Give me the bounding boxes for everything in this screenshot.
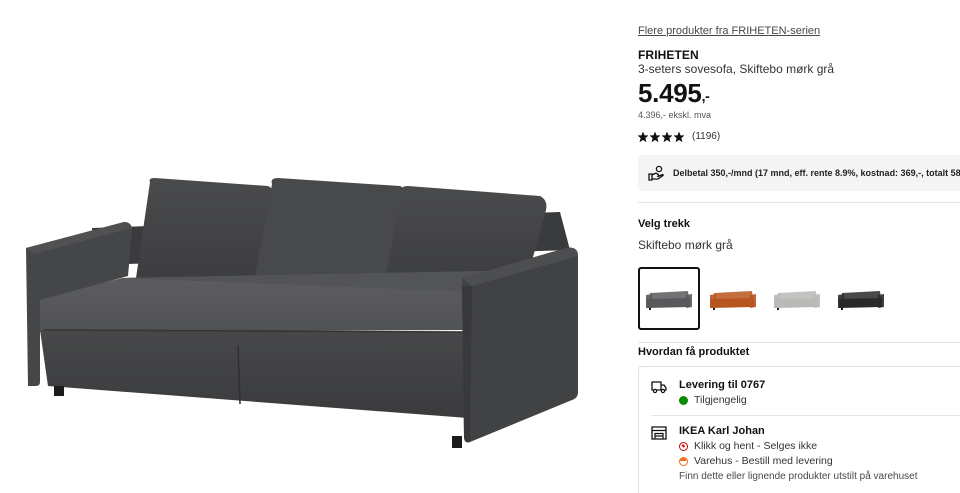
store-icon [651, 426, 667, 440]
availability-box: Levering til 0767 Tilgjengelig IKEA Karl… [638, 366, 960, 493]
swatch-skiftebo-orange[interactable] [702, 267, 764, 330]
store-note: Finn dette eller lignende produkter utst… [679, 471, 918, 482]
price-value: 5.495 [638, 78, 702, 108]
sofa-thumbnail [774, 290, 820, 310]
price: 5.495,- [638, 78, 710, 109]
sofa-thumbnail [838, 290, 884, 310]
sofa-thumbnail [646, 290, 692, 310]
star-filled-icon [662, 131, 672, 142]
warehouse-text: Varehus - Bestill med levering [694, 455, 833, 467]
warehouse-status: Varehus - Bestill med levering [679, 455, 917, 467]
divider [651, 415, 960, 416]
star-filled-icon [650, 131, 660, 142]
sofa-thumbnail [710, 290, 756, 310]
selected-cover-name: Skiftebo mørk grå [638, 238, 733, 252]
cover-swatches [638, 267, 892, 330]
swatch-skiftebo-black[interactable] [830, 267, 892, 330]
product-name: FRIHETEN [638, 48, 699, 62]
rating-stars [638, 131, 684, 142]
price-ex-vat: 4.396,- ekskl. mva [638, 110, 712, 120]
not-available-icon [679, 441, 688, 451]
click-collect-text: Klikk og hent - Selges ikke [694, 440, 818, 452]
delivery-status: Tilgjengelig [679, 394, 765, 406]
sofa-image [26, 178, 578, 448]
cover-heading: Velg trekk [638, 218, 690, 230]
star-filled-icon [674, 131, 684, 142]
delivery-row[interactable]: Levering til 0767 Tilgjengelig [651, 379, 765, 406]
limited-availability-icon [679, 456, 688, 466]
store-row[interactable]: IKEA Karl Johan Klikk og hent - Selges i… [651, 425, 917, 482]
delivery-title: Levering til 0767 [679, 379, 766, 391]
hand-money-icon [648, 165, 664, 181]
financing-text: Delbetal 350,-/mnd (17 mnd, eff. rente 8… [673, 168, 960, 178]
divider [638, 202, 960, 203]
star-filled-icon [638, 131, 648, 142]
series-link[interactable]: Flere produkter fra FRIHETEN-serien [638, 25, 820, 37]
truck-icon [651, 381, 667, 394]
product-image[interactable] [0, 0, 600, 493]
store-title: IKEA Karl Johan [679, 425, 765, 437]
divider [638, 342, 960, 343]
rating[interactable]: (1196) [638, 131, 720, 142]
price-suffix: ,- [701, 88, 710, 104]
availability-heading: Hvordan få produktet [638, 346, 750, 358]
product-description: 3-seters sovesofa, Skiftebo mørk grå [638, 62, 835, 76]
available-status-icon [679, 395, 688, 405]
swatch-skiftebo-dark-grey[interactable] [638, 267, 700, 330]
delivery-status-text: Tilgjengelig [694, 394, 747, 406]
swatch-skiftebo-light-grey[interactable] [766, 267, 828, 330]
financing-banner[interactable]: Delbetal 350,-/mnd (17 mnd, eff. rente 8… [638, 155, 960, 191]
product-info: Flere produkter fra FRIHETEN-serien FRIH… [638, 0, 960, 493]
rating-count: (1196) [692, 131, 721, 142]
click-collect-status: Klikk og hent - Selges ikke [679, 440, 917, 452]
